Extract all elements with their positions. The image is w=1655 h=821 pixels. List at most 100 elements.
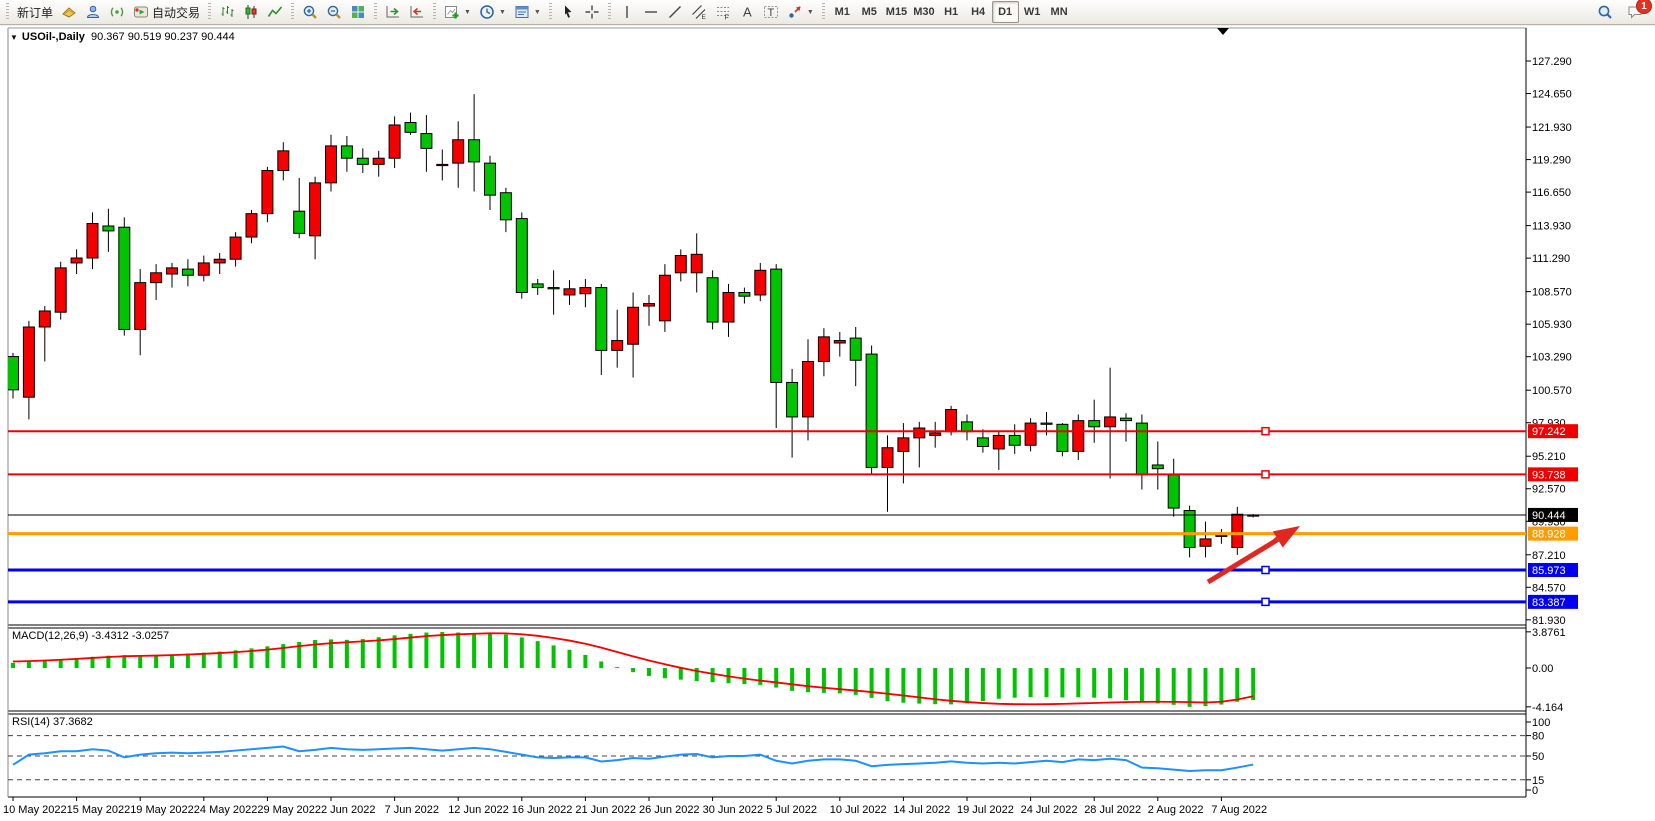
candle[interactable] bbox=[229, 232, 242, 267]
chart-window[interactable]: 127.290 124.650 121.930 119.290 116.650 113.9… bbox=[0, 26, 1655, 821]
candle[interactable] bbox=[372, 150, 385, 177]
candle[interactable] bbox=[261, 166, 274, 223]
candle[interactable] bbox=[340, 136, 353, 172]
text-button[interactable]: A bbox=[735, 1, 759, 23]
price-chart-canvas[interactable]: 127.290 124.650 121.930 119.290 116.650 113.9… bbox=[0, 26, 1655, 821]
signals-button[interactable] bbox=[105, 1, 129, 23]
candle[interactable] bbox=[706, 270, 719, 330]
candle[interactable] bbox=[961, 414, 973, 441]
trendline-button[interactable] bbox=[663, 1, 687, 23]
dropdown-caret-icon[interactable]: ▼ bbox=[534, 9, 541, 16]
horizontal-level-line[interactable]: 88.928 bbox=[8, 526, 1578, 541]
fibonacci-button[interactable]: F bbox=[711, 1, 735, 23]
line-handle[interactable] bbox=[1261, 597, 1270, 607]
candle[interactable] bbox=[627, 292, 640, 378]
candle[interactable] bbox=[690, 233, 703, 293]
candle[interactable] bbox=[1088, 399, 1101, 443]
candle[interactable] bbox=[86, 212, 99, 270]
annotation-arrow-head[interactable] bbox=[1272, 526, 1300, 548]
candle[interactable] bbox=[1008, 424, 1021, 454]
candle[interactable] bbox=[1231, 506, 1244, 555]
candle[interactable] bbox=[22, 320, 35, 420]
candle[interactable] bbox=[802, 339, 814, 441]
price-axis[interactable]: 127.290 124.650 121.930 119.290 116.650 113.9… bbox=[1526, 56, 1572, 627]
candle[interactable] bbox=[404, 112, 417, 135]
candle[interactable] bbox=[452, 121, 465, 188]
candle[interactable] bbox=[309, 176, 322, 260]
toolbar-grip[interactable] bbox=[433, 3, 437, 21]
candle[interactable] bbox=[1183, 505, 1196, 558]
candle[interactable] bbox=[1167, 458, 1180, 517]
candle[interactable] bbox=[579, 278, 592, 308]
line-handle[interactable] bbox=[1261, 426, 1270, 436]
horizontal-level-line[interactable]: 97.242 bbox=[8, 424, 1578, 439]
toolbar-grip[interactable] bbox=[821, 3, 825, 21]
zoom-out-button[interactable] bbox=[322, 1, 346, 23]
candle[interactable] bbox=[213, 253, 226, 275]
tf-d1-button[interactable]: D1 bbox=[991, 1, 1019, 23]
candle[interactable] bbox=[754, 262, 767, 302]
new-order-button[interactable]: 新订单 bbox=[13, 1, 57, 23]
toolbar-grip[interactable] bbox=[374, 3, 378, 21]
candle[interactable] bbox=[976, 429, 989, 453]
candle[interactable] bbox=[738, 287, 751, 304]
candle[interactable] bbox=[499, 187, 512, 233]
candle[interactable] bbox=[293, 177, 306, 239]
tf-w1-button[interactable]: W1 bbox=[1019, 1, 1046, 23]
candle[interactable] bbox=[674, 249, 687, 282]
candle[interactable] bbox=[515, 212, 528, 299]
candle[interactable] bbox=[865, 345, 878, 474]
candle[interactable] bbox=[611, 309, 624, 368]
candle[interactable] bbox=[468, 94, 481, 192]
auto-trading-button[interactable]: 自动交易 bbox=[129, 1, 204, 23]
macd-axis[interactable]: 3.8761 0.00 -4.164 bbox=[1526, 627, 1566, 714]
chart-shift-marker-icon[interactable] bbox=[1217, 28, 1229, 35]
candle[interactable] bbox=[547, 270, 560, 315]
toolbar-grip[interactable] bbox=[6, 3, 9, 21]
tf-h1-button[interactable]: H1 bbox=[938, 1, 965, 23]
tf-mn-button[interactable]: MN bbox=[1046, 1, 1073, 23]
candle[interactable] bbox=[595, 283, 608, 376]
new-chart-button[interactable]: ▼ bbox=[440, 1, 475, 23]
horizontal-level-line[interactable]: 85.973 bbox=[8, 563, 1578, 578]
channel-button[interactable]: E bbox=[687, 1, 711, 23]
candle[interactable] bbox=[992, 430, 1005, 470]
candle[interactable] bbox=[658, 264, 671, 332]
candlestick-button[interactable] bbox=[239, 1, 263, 23]
chat-button[interactable]: 1 bbox=[1623, 0, 1652, 23]
candle[interactable] bbox=[643, 294, 655, 326]
horizontal-level-line[interactable]: 93.738 bbox=[8, 467, 1578, 482]
candle[interactable] bbox=[484, 155, 496, 210]
chart-shift-button[interactable] bbox=[405, 1, 429, 23]
tf-m30-button[interactable]: M30 bbox=[910, 1, 937, 23]
candle[interactable] bbox=[166, 262, 178, 288]
candle[interactable] bbox=[150, 264, 163, 300]
date-axis[interactable]: 10 May 2022 15 May 2022 19 May 2022 24 May … bbox=[3, 797, 1267, 816]
candle[interactable] bbox=[563, 280, 576, 305]
horizontal-level-line[interactable]: 90.444 bbox=[8, 507, 1578, 522]
crosshair-button[interactable] bbox=[580, 1, 604, 23]
candle[interactable] bbox=[1024, 418, 1037, 452]
horizontal-level-line[interactable]: 83.387 bbox=[8, 594, 1578, 609]
rsi-axis[interactable]: 1008050150 bbox=[1526, 717, 1550, 797]
profile-button[interactable] bbox=[81, 1, 105, 23]
dropdown-caret-icon[interactable]: ▼ bbox=[807, 9, 814, 16]
dropdown-caret-icon[interactable]: ▼ bbox=[464, 9, 471, 16]
candle[interactable] bbox=[1072, 414, 1085, 461]
tf-m15-button[interactable]: M15 bbox=[883, 1, 910, 23]
tf-m5-button[interactable]: M5 bbox=[856, 1, 883, 23]
candle[interactable] bbox=[388, 116, 401, 169]
candle[interactable] bbox=[1215, 529, 1228, 544]
candle[interactable] bbox=[420, 115, 433, 172]
toolbar-grip[interactable] bbox=[291, 3, 295, 21]
toolbar-grip[interactable] bbox=[548, 3, 552, 21]
candle[interactable] bbox=[54, 261, 67, 320]
horizontal-line-button[interactable] bbox=[639, 1, 663, 23]
candle[interactable] bbox=[134, 269, 147, 356]
toolbar-grip[interactable] bbox=[208, 3, 212, 21]
candle[interactable] bbox=[70, 249, 83, 275]
candle[interactable] bbox=[277, 142, 290, 181]
candle[interactable] bbox=[1199, 521, 1212, 558]
tf-m1-button[interactable]: M1 bbox=[829, 1, 856, 23]
candle[interactable] bbox=[817, 328, 830, 377]
